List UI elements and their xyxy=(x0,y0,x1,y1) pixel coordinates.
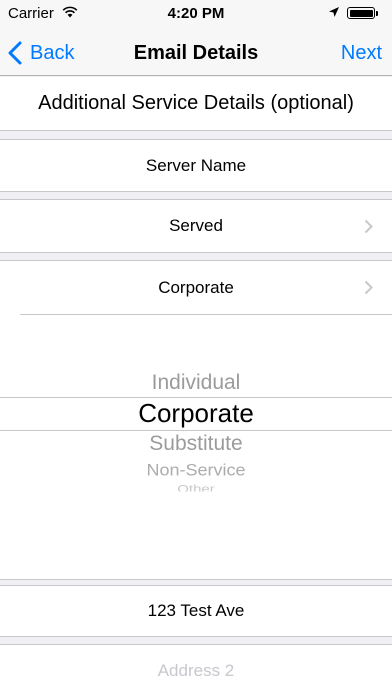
location-arrow-icon xyxy=(329,7,339,17)
next-button[interactable]: Next xyxy=(341,42,382,65)
address-2-placeholder: Address 2 xyxy=(157,660,235,680)
status-bar: Carrier 4:20 PM xyxy=(0,0,392,30)
chevron-right-icon xyxy=(364,280,373,295)
battery-level xyxy=(349,9,373,17)
chevron-right-icon xyxy=(364,219,373,233)
picker-option-individual[interactable]: Individual xyxy=(0,371,392,395)
screen: Carrier 4:20 PM Back Email Details Next … xyxy=(0,0,392,696)
picker-option-corporate[interactable]: Corporate xyxy=(0,398,392,429)
address-1-field[interactable]: 123 Test Ave xyxy=(0,585,392,637)
server-name-placeholder: Server Name xyxy=(145,155,247,175)
address-2-field[interactable]: Address 2 xyxy=(0,644,392,696)
served-row[interactable]: Served xyxy=(0,199,392,253)
picker-option-non-service[interactable]: Non-Service xyxy=(0,461,392,480)
service-type-section: Corporate Individual Corporate Substitut… xyxy=(0,260,392,580)
server-name-field[interactable]: Server Name xyxy=(0,139,392,192)
served-label: Served xyxy=(169,216,223,235)
section-header: Additional Service Details (optional) xyxy=(0,77,392,131)
row-separator xyxy=(20,314,392,315)
service-type-label: Corporate xyxy=(158,277,234,297)
picker-option-other[interactable]: Other xyxy=(0,483,392,492)
picker-option-substitute[interactable]: Substitute xyxy=(0,432,392,456)
battery-icon xyxy=(347,7,375,19)
page-title: Email Details xyxy=(133,42,259,64)
address-1-value: 123 Test Ave xyxy=(147,601,245,620)
battery-tip xyxy=(376,11,378,16)
picker-selection-line-bottom xyxy=(0,430,392,431)
navigation-bar: Back Email Details Next xyxy=(0,30,392,76)
service-type-row[interactable]: Corporate xyxy=(0,261,392,314)
